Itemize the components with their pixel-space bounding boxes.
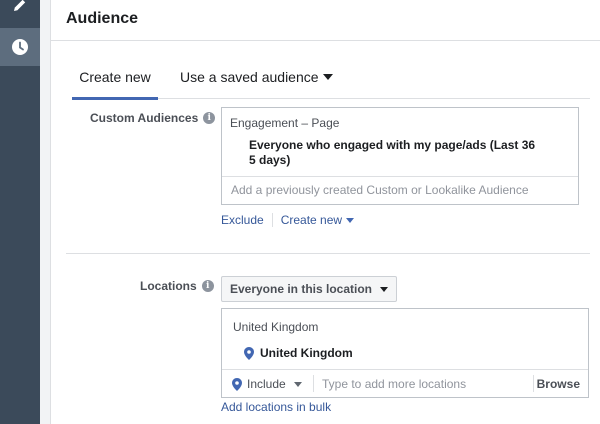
browse-button[interactable]: Browse (537, 370, 580, 398)
location-input-bar: Include Type to add more locations Brows… (222, 369, 588, 398)
pencil-icon (14, 0, 26, 11)
locations-label-text: Locations (140, 279, 197, 293)
map-pin-icon (244, 346, 254, 360)
tab-use-saved-audience-label: Use a saved audience (180, 69, 319, 85)
custom-audiences-label: Custom Audiences i (90, 111, 216, 125)
bar-divider (533, 375, 534, 392)
selected-location-label: United Kingdom (260, 346, 353, 360)
selected-custom-audience[interactable]: Everyone who engaged with my page/ads (L… (249, 138, 539, 168)
map-pin-icon (232, 377, 242, 391)
location-type-value: Everyone in this location (229, 282, 373, 296)
custom-audiences-box: Engagement – Page Everyone who engaged w… (221, 107, 579, 205)
section-divider (66, 253, 590, 254)
exclude-link[interactable]: Exclude (221, 213, 264, 227)
create-new-dropdown[interactable]: Create new (280, 213, 355, 227)
edit-button[interactable] (0, 0, 40, 20)
include-dropdown[interactable]: Include (232, 370, 302, 398)
selected-location[interactable]: United Kingdom (244, 346, 353, 360)
custom-audience-search-input[interactable]: Add a previously created Custom or Looka… (222, 176, 578, 205)
custom-audience-actions: Exclude Create new (221, 213, 355, 227)
locations-box: United Kingdom United Kingdom Include Ty… (221, 308, 589, 398)
left-sidebar (0, 0, 40, 424)
link-divider (271, 213, 273, 227)
audience-tabs: Create new Use a saved audience (72, 62, 590, 100)
location-search-input[interactable]: Type to add more locations (322, 370, 466, 398)
include-value: Include (247, 377, 286, 391)
caret-down-icon (380, 286, 389, 292)
caret-down-icon (346, 217, 355, 223)
clock-icon (12, 39, 28, 55)
sidebar-gutter (40, 0, 51, 424)
create-new-label: Create new (280, 213, 343, 227)
audience-category: Engagement – Page (230, 116, 340, 130)
caret-down-icon (293, 381, 302, 387)
tab-use-saved-audience[interactable]: Use a saved audience (180, 69, 333, 85)
tab-create-new[interactable]: Create new (72, 69, 158, 100)
custom-audiences-label-text: Custom Audiences (90, 111, 199, 125)
location-category: United Kingdom (233, 320, 319, 334)
info-icon[interactable]: i (203, 112, 216, 124)
history-button[interactable] (0, 28, 40, 66)
bar-divider (313, 375, 314, 392)
add-locations-in-bulk-link[interactable]: Add locations in bulk (221, 400, 331, 414)
section-title: Audience (66, 10, 139, 27)
location-type-dropdown[interactable]: Everyone in this location (221, 276, 397, 302)
caret-down-icon (322, 74, 333, 80)
info-icon[interactable]: i (201, 280, 214, 292)
locations-label: Locations i (140, 279, 214, 293)
section-header: Audience (51, 0, 600, 41)
